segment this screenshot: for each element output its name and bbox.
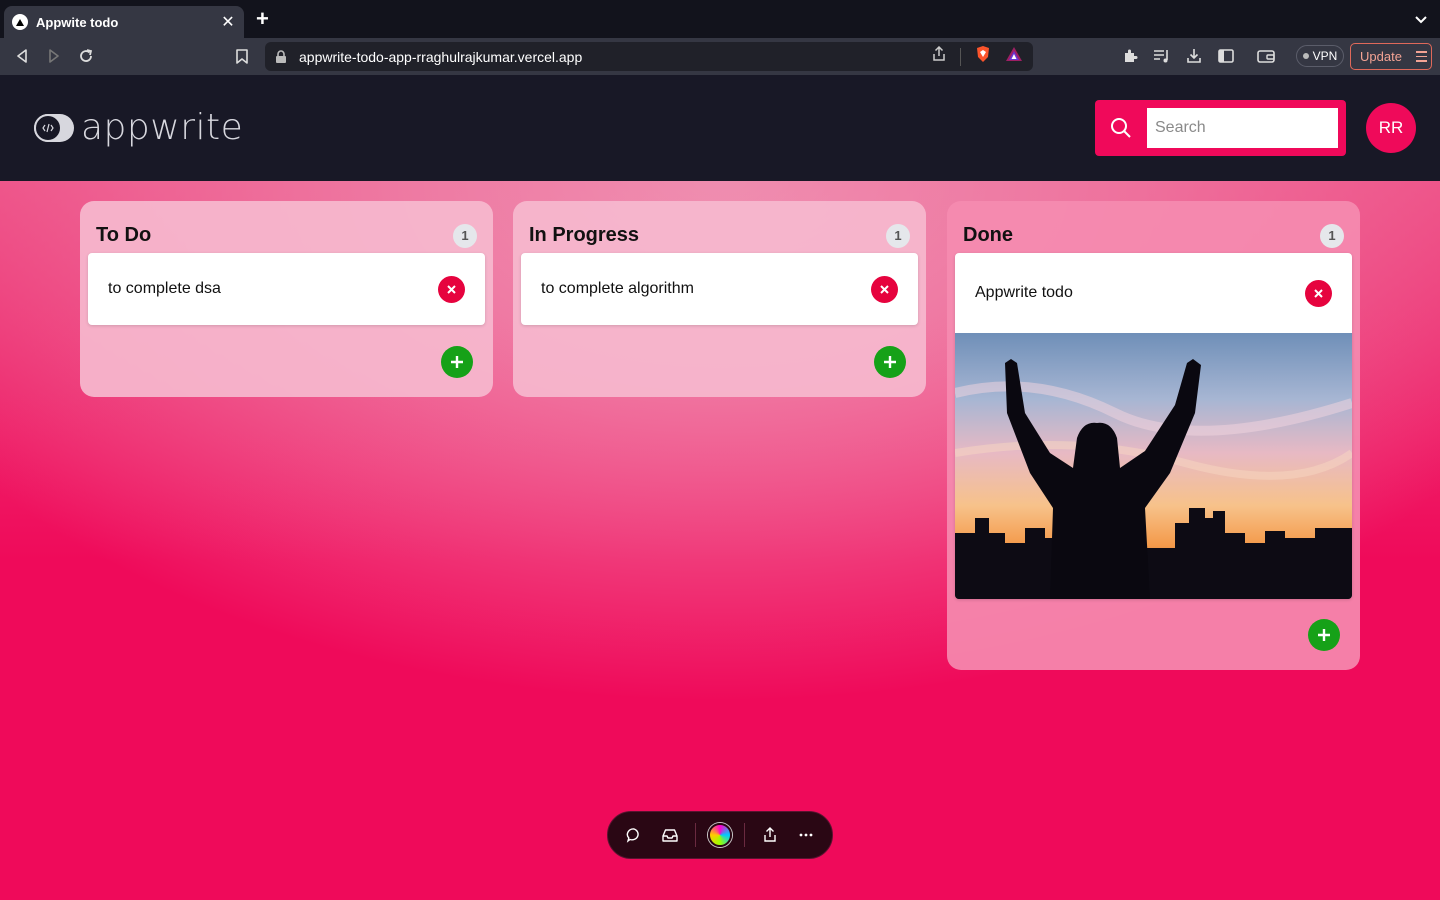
back-icon[interactable] bbox=[12, 46, 32, 66]
inbox-icon[interactable] bbox=[658, 823, 682, 847]
add-row bbox=[513, 325, 926, 397]
browser-tab-bar: Appwite todo ✕ + bbox=[0, 0, 1440, 38]
tab-title: Appwite todo bbox=[36, 14, 119, 30]
column-title: To Do bbox=[96, 224, 152, 246]
column-header: In Progress 1 bbox=[513, 201, 926, 253]
search-icon[interactable] bbox=[1095, 100, 1147, 156]
column-todo: To Do 1 to complete dsa bbox=[80, 201, 493, 397]
column-count-badge: 1 bbox=[453, 223, 477, 248]
share-icon[interactable] bbox=[758, 823, 782, 847]
bookmark-icon[interactable] bbox=[232, 46, 252, 66]
browser-tab[interactable]: Appwite todo ✕ bbox=[4, 6, 244, 38]
app-header: appwrite RR bbox=[0, 75, 1440, 181]
todo-card[interactable]: to complete algorithm bbox=[521, 253, 918, 325]
vpn-label: VPN bbox=[1312, 49, 1338, 63]
update-label: Update bbox=[1360, 49, 1402, 64]
column-in-progress: In Progress 1 to complete algorithm bbox=[513, 201, 926, 397]
todo-card-text: to complete dsa bbox=[108, 280, 221, 297]
plus-icon bbox=[884, 356, 896, 368]
reload-icon[interactable] bbox=[76, 46, 96, 66]
more-icon[interactable] bbox=[794, 823, 818, 847]
address-bar[interactable]: appwrite-todo-app-rraghulrajkumar.vercel… bbox=[265, 42, 1033, 71]
divider bbox=[744, 823, 746, 847]
add-todo-button[interactable] bbox=[441, 346, 473, 378]
todo-card-text: Appwrite todo bbox=[975, 284, 1073, 301]
plus-icon bbox=[451, 356, 463, 368]
x-icon bbox=[447, 284, 456, 294]
delete-todo-button[interactable] bbox=[438, 275, 465, 303]
tab-list-chevron-icon[interactable] bbox=[1414, 12, 1428, 30]
url-text: appwrite-todo-app-rraghulrajkumar.vercel… bbox=[299, 48, 583, 65]
column-count-badge: 1 bbox=[1320, 223, 1344, 248]
x-icon bbox=[1314, 288, 1323, 298]
brave-rewards-icon[interactable] bbox=[1005, 46, 1023, 67]
extensions-icon[interactable] bbox=[1120, 46, 1140, 66]
user-avatar[interactable]: RR bbox=[1366, 103, 1416, 153]
search-box bbox=[1095, 100, 1346, 156]
appwrite-logo-icon bbox=[33, 113, 75, 143]
delete-todo-button[interactable] bbox=[871, 275, 898, 303]
comment-icon[interactable] bbox=[622, 823, 646, 847]
menu-icon bbox=[1415, 51, 1427, 62]
browser-toolbar: appwrite-todo-app-rraghulrajkumar.vercel… bbox=[0, 38, 1440, 75]
search-input[interactable] bbox=[1147, 108, 1338, 148]
logo-text: appwrite bbox=[81, 107, 244, 148]
column-count-badge: 1 bbox=[886, 223, 910, 248]
delete-todo-button[interactable] bbox=[1305, 279, 1332, 307]
appwrite-logo[interactable]: appwrite bbox=[33, 107, 243, 148]
add-todo-button[interactable] bbox=[1308, 619, 1340, 651]
column-done: Done 1 Appwrite todo bbox=[947, 201, 1360, 670]
floating-toolbar bbox=[607, 811, 833, 859]
share-icon[interactable] bbox=[932, 45, 946, 67]
column-title: Done bbox=[963, 224, 1013, 246]
add-row bbox=[80, 325, 493, 397]
playlist-icon[interactable] bbox=[1152, 46, 1172, 66]
todo-card[interactable]: Appwrite todo bbox=[955, 253, 1352, 599]
column-title: In Progress bbox=[529, 224, 640, 246]
vercel-favicon-icon bbox=[12, 14, 28, 30]
todo-card-image bbox=[955, 333, 1352, 599]
brave-shields-icon[interactable] bbox=[975, 45, 991, 68]
column-header: Done 1 bbox=[947, 201, 1360, 253]
add-row bbox=[947, 599, 1360, 671]
tab-close-icon[interactable]: ✕ bbox=[220, 12, 236, 32]
sidebar-icon[interactable] bbox=[1216, 46, 1236, 66]
plus-icon bbox=[1318, 629, 1330, 641]
forward-icon[interactable] bbox=[44, 46, 64, 66]
lock-icon bbox=[275, 49, 289, 64]
divider bbox=[694, 823, 696, 847]
todo-card[interactable]: to complete dsa bbox=[88, 253, 485, 325]
update-button[interactable]: Update bbox=[1350, 43, 1432, 70]
user-profile-icon[interactable] bbox=[707, 823, 732, 847]
vpn-status-dot bbox=[1302, 53, 1309, 59]
x-icon bbox=[880, 284, 889, 294]
download-icon[interactable] bbox=[1184, 46, 1204, 66]
vpn-button[interactable]: VPN bbox=[1296, 45, 1344, 67]
wallet-icon[interactable] bbox=[1256, 46, 1276, 66]
todo-card-text: to complete algorithm bbox=[541, 280, 694, 297]
add-todo-button[interactable] bbox=[874, 346, 906, 378]
column-header: To Do 1 bbox=[80, 201, 493, 253]
new-tab-button[interactable]: + bbox=[256, 8, 269, 30]
